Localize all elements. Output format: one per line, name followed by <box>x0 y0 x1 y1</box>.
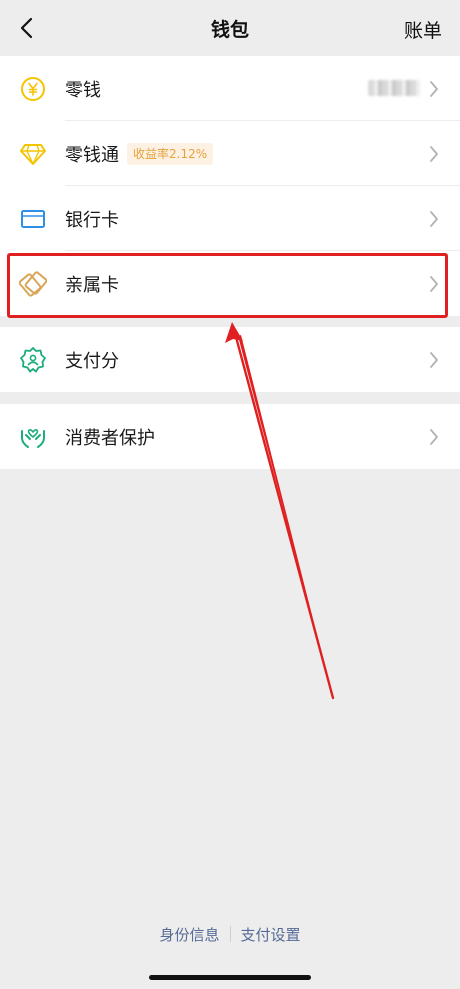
family-card-icon <box>19 270 47 298</box>
wallet-group-protection: 消费者保护 <box>0 404 460 469</box>
diamond-icon <box>19 140 47 168</box>
payment-settings-link[interactable]: 支付设置 <box>241 924 301 945</box>
wallet-group-score: 支付分 <box>0 327 460 392</box>
chevron-left-icon <box>20 17 33 39</box>
yuan-coin-icon <box>19 75 47 103</box>
chevron-right-icon <box>430 80 438 97</box>
wallet-group-main: 零钱 零钱通 收益率2.12% 银行卡 亲属卡 <box>0 56 460 316</box>
row-label: 银行卡 <box>65 209 119 231</box>
page-title: 钱包 <box>210 18 249 41</box>
chevron-right-icon <box>430 275 438 292</box>
protection-hands-icon <box>19 423 47 451</box>
back-button[interactable] <box>10 12 42 44</box>
row-family-card[interactable]: 亲属卡 <box>0 251 460 316</box>
balance-value-blurred <box>368 80 420 96</box>
bill-button[interactable]: 账单 <box>404 16 442 43</box>
row-bank-card[interactable]: 银行卡 <box>0 186 460 251</box>
yield-badge: 收益率2.12% <box>127 143 214 165</box>
identity-info-link[interactable]: 身份信息 <box>159 924 219 945</box>
row-label: 支付分 <box>65 350 119 372</box>
row-change[interactable]: 零钱 <box>0 56 460 121</box>
row-label: 零钱 <box>65 79 101 101</box>
row-label: 零钱通 <box>65 144 119 166</box>
wallet-screen: 钱包 账单 零钱 零钱通 收益率2.12% 银行卡 亲属卡 支付分 消费者保护 … <box>0 0 460 989</box>
home-indicator[interactable] <box>149 975 311 980</box>
chevron-right-icon <box>430 210 438 227</box>
row-label: 消费者保护 <box>65 427 155 449</box>
row-consumer-protection[interactable]: 消费者保护 <box>0 404 460 469</box>
chevron-right-icon <box>430 351 438 368</box>
chevron-right-icon <box>430 145 438 162</box>
footer-links: 身份信息 支付设置 <box>0 920 460 948</box>
footer-separator <box>229 926 231 942</box>
bank-card-icon <box>19 205 47 233</box>
pay-score-icon <box>19 346 47 374</box>
navigation-bar: 钱包 账单 <box>0 0 460 56</box>
row-label: 亲属卡 <box>65 274 119 296</box>
row-lingqiantong[interactable]: 零钱通 收益率2.12% <box>0 121 460 186</box>
chevron-right-icon <box>430 428 438 445</box>
row-pay-score[interactable]: 支付分 <box>0 327 460 392</box>
